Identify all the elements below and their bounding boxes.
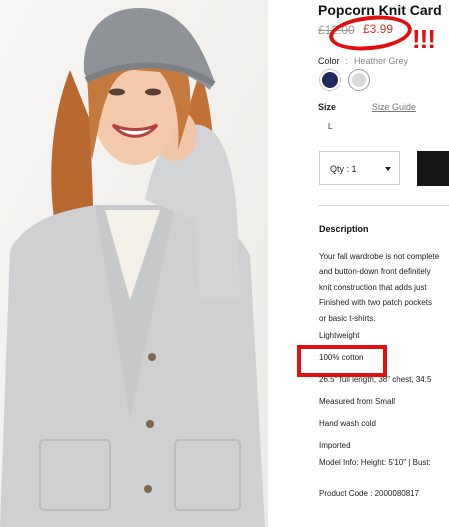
description-line: and button-down front definitely xyxy=(319,267,431,277)
size-option-l[interactable]: L xyxy=(328,122,332,131)
feature-item: Measured from Small xyxy=(319,397,396,406)
size-label: Size xyxy=(318,102,337,112)
color-value: Heather Grey xyxy=(354,56,409,66)
exclamation-annotation: !!! xyxy=(412,24,436,54)
product-photo xyxy=(0,0,268,527)
product-code: Product Code : 2000080817 xyxy=(319,489,420,498)
quantity-select[interactable]: Qty : 1 xyxy=(319,151,400,185)
swatch-navy[interactable] xyxy=(320,70,340,90)
product-info-panel: Popcorn Knit Card £12.00 £3.99 Color: Hea… xyxy=(318,0,449,527)
divider xyxy=(318,205,449,206)
model-image xyxy=(0,0,268,527)
feature-item: Model Info: Height: 5'10" | Bust: xyxy=(319,458,431,467)
color-separator: : xyxy=(345,56,349,66)
description-text: Your fall wardrobe is not complete and b… xyxy=(319,249,449,326)
description-heading: Description xyxy=(319,224,369,234)
chevron-down-icon xyxy=(385,167,391,171)
size-guide-link[interactable]: Size Guide xyxy=(372,102,416,112)
color-row: Color: Heather Grey xyxy=(318,56,408,66)
feature-item: Imported xyxy=(319,441,351,450)
feature-item: Lightweight xyxy=(319,331,360,340)
add-to-bag-button[interactable] xyxy=(417,151,449,186)
cotton-highlight-box xyxy=(297,345,387,377)
swatch-heather-grey[interactable] xyxy=(349,70,369,90)
description-line: knit construction that adds just xyxy=(319,282,427,292)
quantity-value: Qty : 1 xyxy=(330,164,357,174)
feature-item: Hand wash cold xyxy=(319,419,376,428)
description-line: Finished with two patch pockets xyxy=(319,298,432,308)
description-line: or basic t-shirts. xyxy=(319,313,376,323)
description-line: Your fall wardrobe is not complete xyxy=(319,252,440,261)
color-label: Color xyxy=(318,56,340,66)
